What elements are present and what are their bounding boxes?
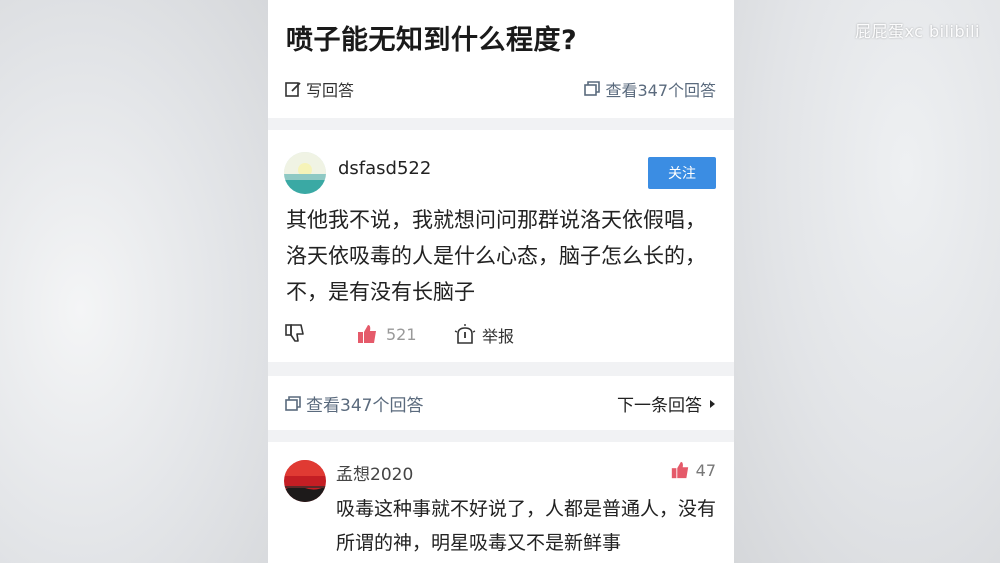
like-button[interactable]: 521 — [356, 323, 417, 345]
next-answer-button[interactable]: 下一条回答 — [617, 391, 718, 416]
answer-content: 其他我不说，我就想问问那群说洛天依假唱，洛天依吸毒的人是什么心态，脑子怎么长的，… — [286, 208, 706, 304]
question-card: 喷子能无知到什么程度? 写回答 查看347个回答 — [268, 0, 734, 118]
comment-content: 吸毒这种事就不好说了，人都是普通人，没有所谓的神，明星吸毒又不是新鲜事 — [336, 498, 717, 554]
blurred-background-left — [0, 0, 268, 563]
phone-screen: 喷子能无知到什么程度? 写回答 查看347个回答 dsfasd522 关注 其他… — [268, 0, 734, 563]
view-all-answers-link[interactable]: 查看347个回答 — [284, 391, 423, 416]
view-answers-label: 查看347个回答 — [605, 81, 716, 100]
write-answer-button[interactable]: 写回答 — [284, 77, 354, 101]
comment-card: 孟想2020 47 吸毒这种事就不好说了，人都是普通人，没有所谓的神，明星吸毒又… — [268, 442, 734, 563]
report-button[interactable]: 举报 — [454, 323, 514, 347]
answers-icon — [584, 81, 601, 96]
report-icon — [454, 324, 476, 344]
comment-avatar-image — [284, 460, 326, 502]
thumbs-up-icon — [358, 325, 376, 343]
follow-button[interactable]: 关注 — [648, 157, 716, 189]
answer-actions: 521 举报 — [284, 322, 724, 348]
edit-icon — [285, 82, 301, 97]
next-answer-label: 下一条回答 — [617, 396, 702, 416]
write-answer-label: 写回答 — [306, 81, 355, 100]
dislike-button[interactable] — [284, 322, 306, 344]
avatar[interactable] — [284, 152, 326, 194]
comment-avatar[interactable] — [284, 460, 326, 502]
blurred-background-right — [732, 0, 1000, 563]
view-all-answers-label: 查看347个回答 — [306, 396, 424, 416]
view-answers-link[interactable]: 查看347个回答 — [583, 77, 716, 101]
report-label: 举报 — [482, 327, 515, 346]
video-watermark: 屁屁蛋xc bilibili — [854, 22, 980, 41]
like-count: 521 — [386, 324, 417, 344]
question-title: 喷子能无知到什么程度? — [286, 25, 578, 56]
comment-like-button[interactable]: 47 — [670, 460, 716, 480]
answer-nav-bar: 查看347个回答 下一条回答 — [268, 376, 734, 430]
comment-like-count: 47 — [695, 460, 716, 480]
thumbs-up-icon — [671, 461, 688, 479]
answers-icon — [285, 395, 301, 411]
avatar-image — [284, 152, 326, 194]
caret-right-icon — [710, 399, 715, 408]
answer-card: dsfasd522 关注 其他我不说，我就想问问那群说洛天依假唱，洛天依吸毒的人… — [268, 130, 734, 362]
answer-username[interactable]: dsfasd522 — [338, 158, 431, 179]
comment-username[interactable]: 孟想2020 — [336, 460, 413, 485]
thumbs-down-icon — [285, 324, 304, 342]
